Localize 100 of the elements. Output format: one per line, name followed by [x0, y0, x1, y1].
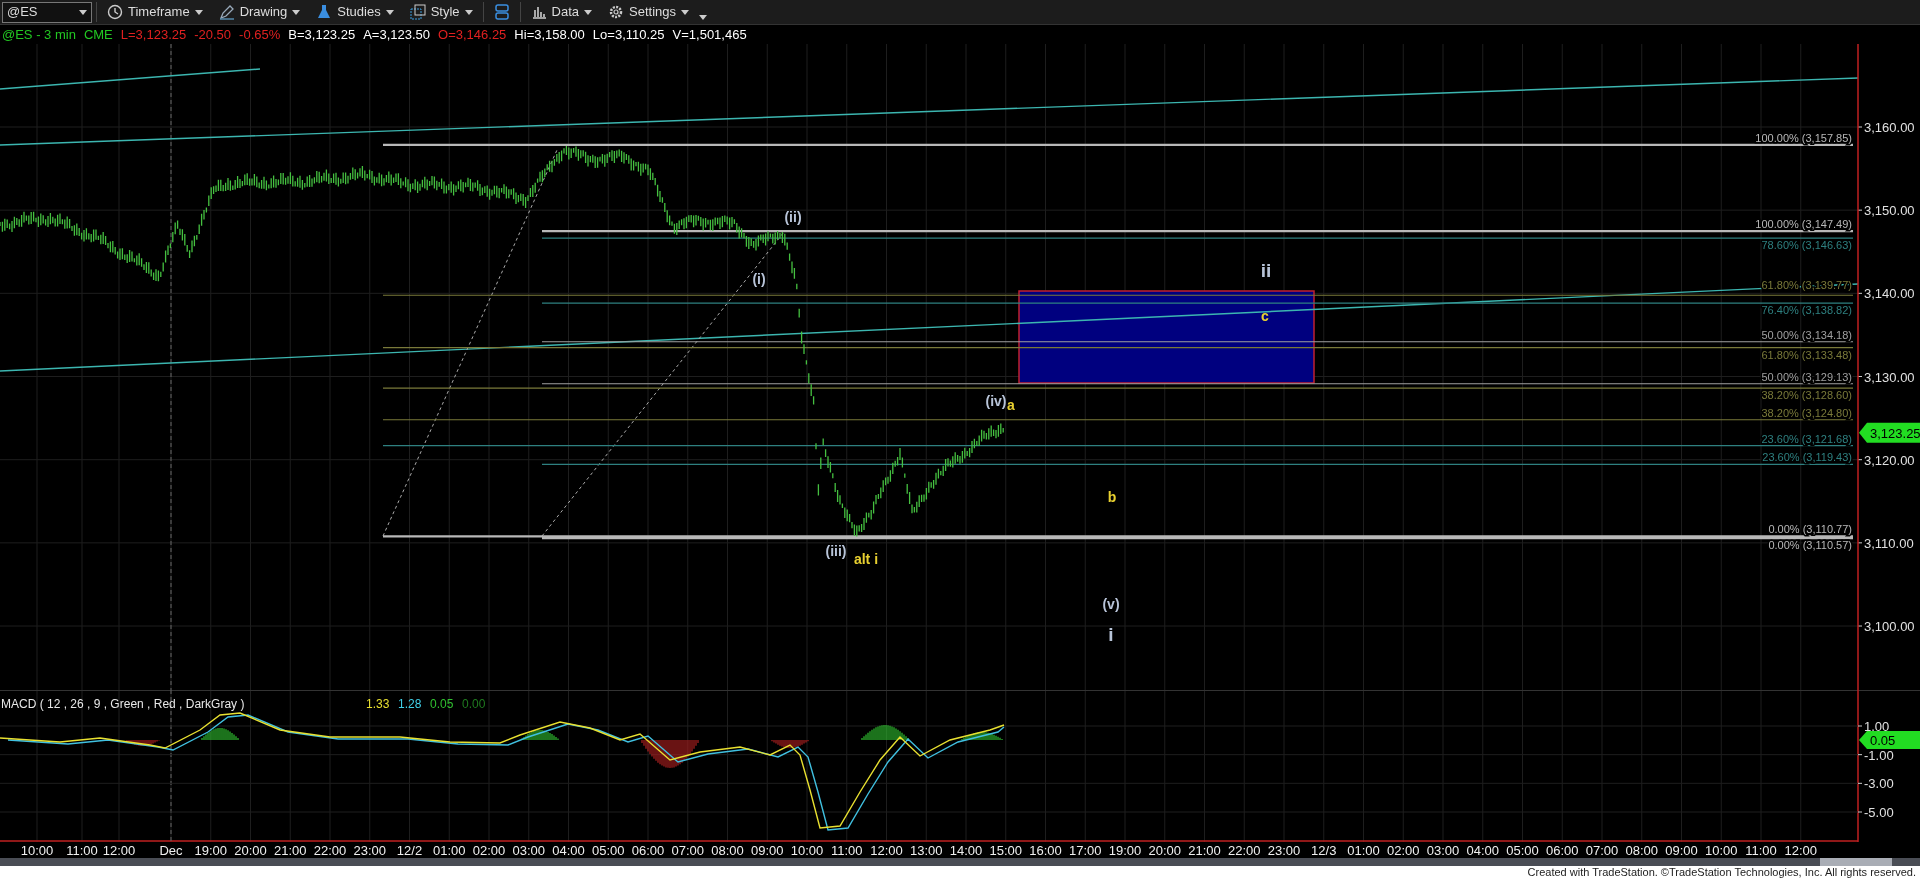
time-axis-label: 15:00: [989, 843, 1022, 858]
indicator-value: 1.28: [398, 697, 422, 711]
price-axis-label: 3,130.00: [1864, 369, 1915, 385]
layout-icon: [493, 4, 510, 20]
caret-icon: [194, 9, 203, 15]
time-axis-label: 12:00: [870, 843, 903, 858]
fib-level-label: 38.20% (3,124.80): [1761, 406, 1852, 419]
time-axis-label: 19:00: [1108, 843, 1142, 858]
wave-label: i: [1108, 624, 1114, 645]
time-axis-label: 19:00: [194, 843, 227, 858]
pen-icon: [218, 4, 235, 20]
price-axis-label: 3,150.00: [1864, 203, 1915, 219]
fib-level-label: 78.60% (3,146.63): [1761, 239, 1852, 252]
time-axis-label: 11:00: [66, 843, 98, 858]
time-axis-label: 04:00: [552, 843, 585, 858]
time-axis-label: 16:00: [1029, 843, 1062, 858]
menu-button[interactable]: Data: [524, 0, 599, 24]
fib-level-label: 100.00% (3,147.49): [1755, 218, 1852, 231]
time-axis-label: 02:00: [1387, 843, 1420, 858]
time-axis-label: 20:00: [1148, 843, 1181, 858]
caret-icon: [584, 9, 593, 15]
wave-label: (iii): [825, 543, 847, 559]
fib-level-label: 100.00% (3,157.85): [1755, 131, 1852, 144]
price-axis-label: 3,120.00: [1864, 452, 1915, 468]
gear-icon: [608, 4, 625, 20]
menu-button[interactable]: Studies: [310, 0, 400, 24]
caret-icon: [79, 9, 87, 15]
quote-value: B=3,123.25: [288, 25, 356, 44]
caret-icon: [292, 9, 301, 15]
wave-label: (v): [1102, 596, 1120, 612]
time-axis-label: 22:00: [1228, 843, 1261, 858]
menu-button[interactable]: Style: [403, 0, 479, 24]
time-axis-label: 06:00: [631, 843, 665, 858]
quote-value: @ES - 3 min: [2, 25, 76, 44]
menu-button[interactable]: Settings: [602, 0, 696, 24]
wave-label: (i): [752, 271, 766, 287]
fib-level-label: 0.00% (3,110.77): [1768, 523, 1852, 536]
time-axis-label: 05:00: [1506, 843, 1539, 858]
price-axis-label: 3,140.00: [1864, 286, 1915, 302]
time-axis-label: 21:00: [1188, 843, 1221, 858]
indicator-value: 0.05: [430, 697, 454, 711]
menu-button[interactable]: Drawing: [212, 0, 307, 24]
time-axis-label: 13:00: [910, 843, 943, 858]
time-axis-label: 10:00: [20, 843, 54, 858]
squares-icon: [409, 4, 426, 20]
fib-level-label: 0.00% (3,110.57): [1768, 539, 1852, 552]
scrollbar-thumb[interactable]: [1820, 858, 1892, 866]
time-axis-label: 12:00: [102, 843, 136, 858]
time-axis-label: 01:00: [433, 843, 466, 858]
time-axis-label: 10:00: [790, 843, 824, 858]
fib-level-label: 23.60% (3,121.68): [1761, 432, 1852, 445]
symbol-dropdown[interactable]: @ES: [2, 1, 92, 23]
wave-label: c: [1261, 308, 1269, 324]
quote-value: Lo=3,110.25: [592, 25, 665, 44]
time-axis-label: 09:00: [751, 843, 784, 858]
time-axis-label: 07:00: [671, 843, 704, 858]
time-axis-label: 23:00: [1267, 843, 1301, 858]
time-axis-label: 22:00: [313, 843, 347, 858]
macd-axis-label: -1.00: [1864, 747, 1894, 763]
time-axis-label: 05:00: [592, 843, 625, 858]
time-axis-label: 12:00: [1784, 843, 1817, 858]
time-axis-label: 03:00: [512, 843, 545, 858]
price-axis-label: 3,100.00: [1864, 619, 1915, 634]
quote-value: L=3,123.25: [120, 25, 187, 44]
wave-label: a: [1007, 397, 1015, 413]
quote-value: -20.50: [194, 25, 232, 44]
time-axis-label: 12/3: [1311, 843, 1337, 858]
price-axis-label: 3,160.00: [1864, 120, 1915, 135]
last-price-badge: 3,123.25: [1859, 422, 1920, 443]
time-axis-label: 01:00: [1347, 843, 1380, 858]
caret-icon: [385, 9, 394, 15]
footer-credit: Created with TradeStation. ©TradeStation Technologies, Inc. All rights reserved.: [0, 866, 1920, 879]
quote-value: A=3,123.50: [363, 25, 431, 44]
fib-level-label: 50.00% (3,134.18): [1761, 328, 1852, 341]
quote-value: CME: [83, 25, 113, 44]
quote-value: Hi=3,158.00: [514, 25, 585, 44]
time-axis-label: 20:00: [234, 843, 267, 858]
fib-level-label: 38.20% (3,128.60): [1761, 389, 1852, 402]
time-axis-label: 23:00: [353, 843, 386, 858]
time-axis-label: 10:00: [1705, 843, 1738, 858]
quote-value: V=1,501,465: [672, 25, 747, 44]
time-axis-label: 08:00: [711, 843, 744, 858]
wave-label: ii: [1260, 260, 1272, 281]
fib-level-label: 50.00% (3,129.13): [1761, 370, 1852, 383]
scrollbar[interactable]: [0, 858, 1920, 866]
quote-value: -0.65%: [239, 25, 281, 44]
fib-level-label: 76.40% (3,138.82): [1761, 304, 1852, 317]
time-axis-label: 14:00: [949, 843, 983, 858]
wave-label: b: [1107, 489, 1117, 505]
macd-axis-label: -3.00: [1864, 776, 1894, 792]
clock-icon: [107, 4, 123, 20]
wave-label: alt i: [853, 551, 879, 567]
macd-axis-label: 1.00: [1864, 719, 1890, 734]
time-axis-label: 08:00: [1625, 843, 1658, 858]
time-axis-label: 17:00: [1069, 843, 1102, 858]
time-axis-label: 12/2: [396, 843, 423, 858]
indicator-value: 0.00: [462, 697, 486, 711]
menu-button[interactable]: Timeframe: [101, 0, 209, 24]
macd-value-badge: 0.05: [1859, 731, 1920, 749]
time-axis-label: 07:00: [1585, 843, 1619, 858]
